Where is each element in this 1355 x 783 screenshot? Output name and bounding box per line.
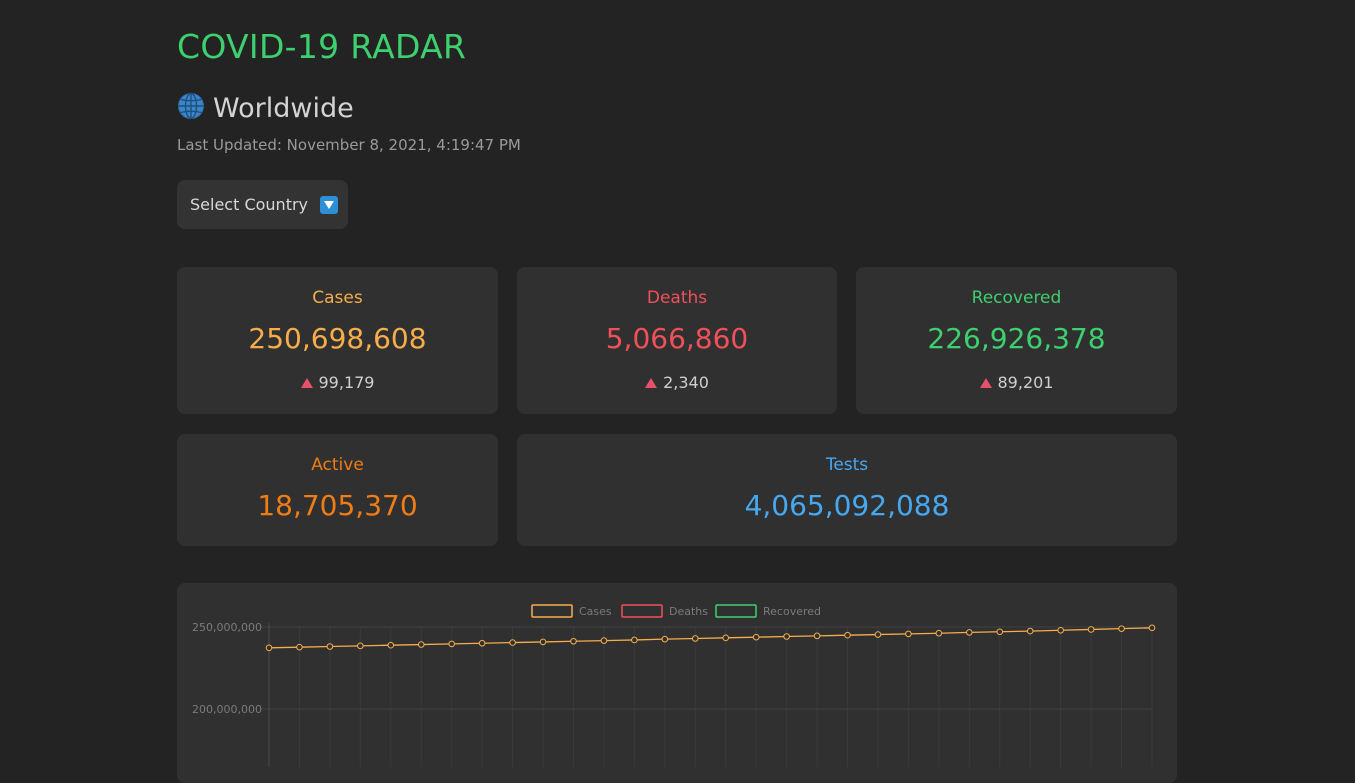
data-point <box>1026 627 1034 635</box>
recovered-delta: 89,201 <box>856 373 1177 392</box>
data-point <box>966 629 973 636</box>
increase-arrow-icon <box>645 377 658 388</box>
tests-value: 4,065,092,088 <box>744 489 950 522</box>
data-point <box>722 634 730 642</box>
active-card: Active 18,705,370 <box>177 434 498 546</box>
history-chart-svg: Cases Deaths Recovered 250,000,000 200,000,… <box>192 604 1156 773</box>
data-point <box>509 639 516 646</box>
globe-icon <box>177 92 205 124</box>
deaths-card: Deaths 5,066,860 2,340 <box>517 267 837 414</box>
data-point <box>387 641 395 649</box>
data-point <box>448 640 455 648</box>
legend-label: Recovered <box>763 605 821 618</box>
legend-label: Deaths <box>669 605 708 618</box>
recovered-delta-value: 89,201 <box>997 373 1054 392</box>
legend-label: Cases <box>579 605 612 618</box>
app-root: COVID-19 RADAR Worldwide Last Updated: N… <box>0 0 1355 783</box>
region-header: Worldwide <box>177 90 354 126</box>
y-tick-label: 200,000,000 <box>192 703 262 716</box>
data-point <box>905 630 912 638</box>
data-point <box>661 635 669 643</box>
data-point <box>1148 624 1156 632</box>
data-point <box>752 633 760 641</box>
cases-label: Cases <box>312 288 363 308</box>
series-line-cases <box>268 627 1153 649</box>
data-point <box>417 641 425 648</box>
legend-swatch <box>621 604 663 618</box>
increase-arrow-icon <box>300 377 313 388</box>
recovered-label: Recovered <box>971 288 1062 308</box>
data-point <box>691 635 699 642</box>
recovered-value: 226,926,378 <box>927 322 1106 355</box>
data-point <box>844 631 851 639</box>
tests-card: Tests 4,065,092,088 <box>517 434 1177 546</box>
history-chart: Cases Deaths Recovered 250,000,000 200,000,… <box>177 583 1177 783</box>
data-point <box>570 637 577 645</box>
data-point <box>1057 626 1064 634</box>
data-point <box>296 643 303 651</box>
data-point <box>935 629 943 637</box>
country-select[interactable]: Select Country <box>177 180 348 229</box>
data-point <box>357 642 364 650</box>
dropdown-arrow-icon <box>320 195 339 214</box>
last-updated-text: Last Updated: November 8, 2021, 4:19:47 … <box>177 136 521 154</box>
data-point <box>631 636 638 644</box>
active-value: 18,705,370 <box>257 489 418 522</box>
increase-arrow-icon <box>979 377 992 388</box>
app-title: COVID-19 RADAR <box>177 27 467 66</box>
data-point <box>265 644 273 652</box>
data-point <box>783 633 790 640</box>
legend-swatch <box>715 604 757 618</box>
recovered-card: Recovered 226,926,378 89,201 <box>856 267 1177 414</box>
deaths-delta-value: 2,340 <box>663 373 709 392</box>
region-name: Worldwide <box>213 92 354 124</box>
tests-label: Tests <box>825 455 869 475</box>
data-point <box>1087 626 1095 633</box>
deaths-value: 5,066,860 <box>605 322 749 355</box>
country-select-label: Select Country <box>190 195 309 214</box>
deaths-delta: 2,340 <box>517 373 837 392</box>
y-tick-label: 250,000,000 <box>192 621 262 634</box>
data-point <box>326 643 334 650</box>
active-label: Active <box>311 455 364 475</box>
cases-value: 250,698,608 <box>248 322 427 355</box>
data-point <box>874 631 882 638</box>
data-point <box>996 628 1004 636</box>
cases-delta-value: 99,179 <box>318 373 375 392</box>
deaths-label: Deaths <box>646 288 708 308</box>
cases-card: Cases 250,698,608 99,179 <box>177 267 498 414</box>
legend-swatch <box>531 604 573 618</box>
cases-delta: 99,179 <box>177 373 498 392</box>
data-point <box>813 632 821 640</box>
data-point <box>1118 625 1125 632</box>
data-point <box>539 638 547 646</box>
data-point <box>478 639 486 647</box>
data-point <box>600 637 608 644</box>
